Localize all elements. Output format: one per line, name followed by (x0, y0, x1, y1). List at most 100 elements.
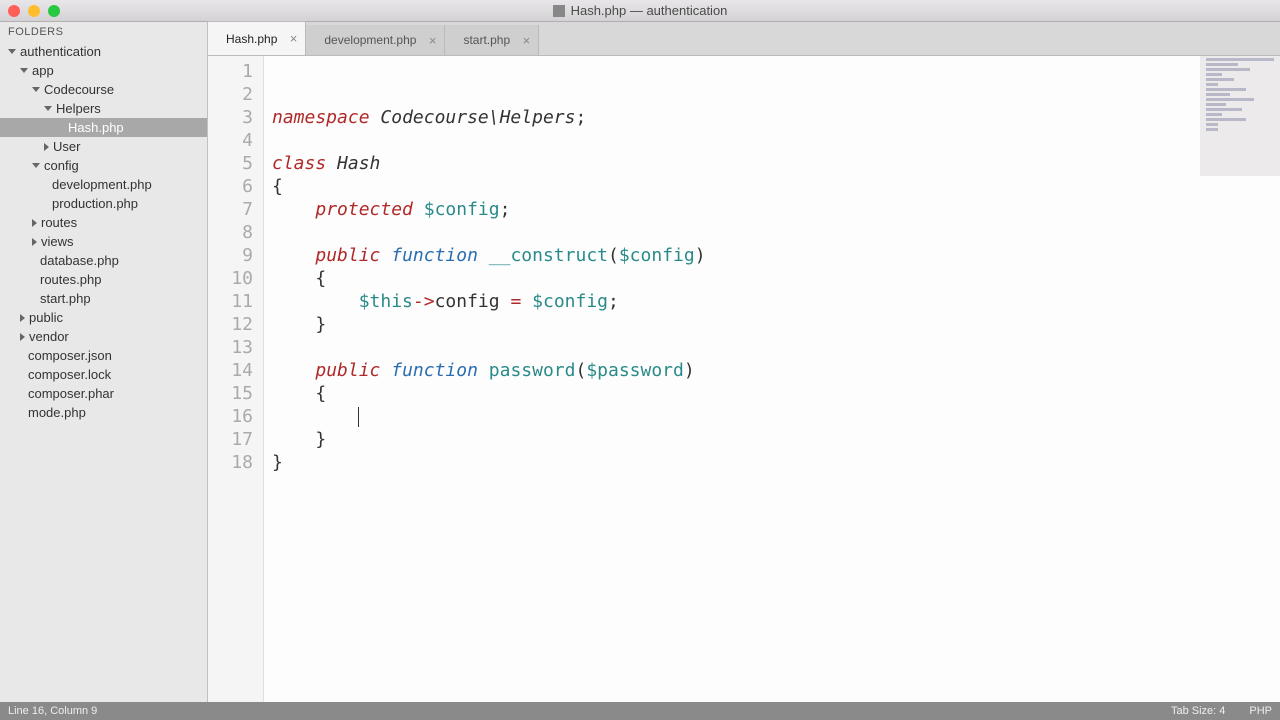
line-number: 2 (208, 83, 253, 106)
tree-item-label: mode.php (28, 405, 86, 420)
tree-item-views[interactable]: views (0, 232, 207, 251)
tree-item-label: database.php (40, 253, 119, 268)
tree-item-label: vendor (29, 329, 69, 344)
tree-item-helpers[interactable]: Helpers (0, 99, 207, 118)
tree-item-routes-php[interactable]: routes.php (0, 270, 207, 289)
code-line[interactable]: } (272, 451, 1280, 474)
close-icon[interactable]: × (290, 31, 298, 46)
status-language[interactable]: PHP (1249, 705, 1272, 717)
code-line[interactable] (272, 129, 1280, 152)
tab-start-php[interactable]: start.php× (445, 25, 539, 55)
line-number: 11 (208, 290, 253, 313)
tree-item-development-php[interactable]: development.php (0, 175, 207, 194)
tree-item-composer-json[interactable]: composer.json (0, 346, 207, 365)
close-icon[interactable]: × (429, 33, 437, 48)
tab-hash-php[interactable]: Hash.php × (208, 21, 306, 55)
line-number: 5 (208, 152, 253, 175)
tree-item-label: composer.json (28, 348, 112, 363)
folder-tree: authentication app Codecourse Helpers Hash.p… (0, 42, 207, 422)
tree-item-label: Hash.php (68, 120, 124, 135)
code-line[interactable]: public function __construct($config) (272, 244, 1280, 267)
line-number: 1 (208, 60, 253, 83)
tree-item-production-php[interactable]: production.php (0, 194, 207, 213)
tree-item-label: authentication (20, 44, 101, 59)
tree-item-label: routes (41, 215, 77, 230)
tree-item-hash-php[interactable]: Hash.php (0, 118, 207, 137)
code-area[interactable]: 123456789101112131415161718 namespace Co… (208, 56, 1280, 702)
minimap[interactable] (1200, 56, 1280, 176)
code-line[interactable]: { (272, 175, 1280, 198)
line-number: 10 (208, 267, 253, 290)
code-line[interactable]: { (272, 382, 1280, 405)
tree-item-vendor[interactable]: vendor (0, 327, 207, 346)
chevron-down-icon (44, 106, 52, 111)
code-line[interactable] (272, 405, 1280, 428)
chevron-down-icon (32, 163, 40, 168)
code-line[interactable] (272, 221, 1280, 244)
code-line[interactable]: protected $config; (272, 198, 1280, 221)
line-number: 3 (208, 106, 253, 129)
close-icon[interactable]: × (523, 33, 531, 48)
code-line[interactable] (272, 60, 1280, 83)
line-number: 16 (208, 405, 253, 428)
status-bar: Line 16, Column 9 Tab Size: 4 PHP (0, 702, 1280, 720)
tab-label: Hash.php (226, 32, 277, 46)
tree-item-label: start.php (40, 291, 91, 306)
tree-item-label: User (53, 139, 80, 154)
line-number: 13 (208, 336, 253, 359)
tab-bar: Hash.php×development.php×start.php× (208, 22, 1280, 56)
tab-development-php[interactable]: development.php× (306, 25, 445, 55)
tree-item-public[interactable]: public (0, 308, 207, 327)
tree-item-label: composer.phar (28, 386, 114, 401)
code-line[interactable]: namespace Codecourse\Helpers; (272, 106, 1280, 129)
status-tab-size[interactable]: Tab Size: 4 (1171, 705, 1225, 717)
line-number: 12 (208, 313, 253, 336)
tree-item-label: Helpers (56, 101, 101, 116)
code-content[interactable]: namespace Codecourse\Helpers; class Hash… (264, 56, 1280, 702)
tree-item-user[interactable]: User (0, 137, 207, 156)
tree-item-label: production.php (52, 196, 138, 211)
tree-item-label: routes.php (40, 272, 101, 287)
tree-item-label: public (29, 310, 63, 325)
tree-item-composer-phar[interactable]: composer.phar (0, 384, 207, 403)
tree-item-app[interactable]: app (0, 61, 207, 80)
line-number: 15 (208, 382, 253, 405)
tree-item-label: development.php (52, 177, 152, 192)
line-number: 4 (208, 129, 253, 152)
line-number: 14 (208, 359, 253, 382)
chevron-right-icon (32, 219, 37, 227)
tree-item-mode-php[interactable]: mode.php (0, 403, 207, 422)
code-line[interactable] (272, 83, 1280, 106)
line-number: 6 (208, 175, 253, 198)
line-number: 18 (208, 451, 253, 474)
code-line[interactable] (272, 336, 1280, 359)
tree-item-authentication[interactable]: authentication (0, 42, 207, 61)
code-line[interactable]: { (272, 267, 1280, 290)
tree-item-label: Codecourse (44, 82, 114, 97)
status-position[interactable]: Line 16, Column 9 (8, 705, 97, 717)
chevron-right-icon (32, 238, 37, 246)
editor: Hash.php×development.php×start.php× 1234… (208, 22, 1280, 702)
code-line[interactable]: } (272, 313, 1280, 336)
tree-item-codecourse[interactable]: Codecourse (0, 80, 207, 99)
code-line[interactable]: $this->config = $config; (272, 290, 1280, 313)
line-number: 8 (208, 221, 253, 244)
code-line[interactable]: class Hash (272, 152, 1280, 175)
tree-item-composer-lock[interactable]: composer.lock (0, 365, 207, 384)
titlebar: Hash.php — authentication (0, 0, 1280, 22)
tree-item-config[interactable]: config (0, 156, 207, 175)
tree-item-label: views (41, 234, 74, 249)
tree-item-start-php[interactable]: start.php (0, 289, 207, 308)
code-line[interactable]: } (272, 428, 1280, 451)
chevron-right-icon (20, 333, 25, 341)
chevron-right-icon (20, 314, 25, 322)
sidebar: FOLDERS authenticationappCodecourseHelpe… (0, 22, 208, 702)
window-title: Hash.php — authentication (0, 3, 1280, 18)
chevron-down-icon (20, 68, 28, 73)
code-line[interactable]: public function password($password) (272, 359, 1280, 382)
tree-item-routes[interactable]: routes (0, 213, 207, 232)
tree-item-label: config (44, 158, 79, 173)
line-gutter: 123456789101112131415161718 (208, 56, 264, 702)
tree-item-label: composer.lock (28, 367, 111, 382)
tree-item-database-php[interactable]: database.php (0, 251, 207, 270)
